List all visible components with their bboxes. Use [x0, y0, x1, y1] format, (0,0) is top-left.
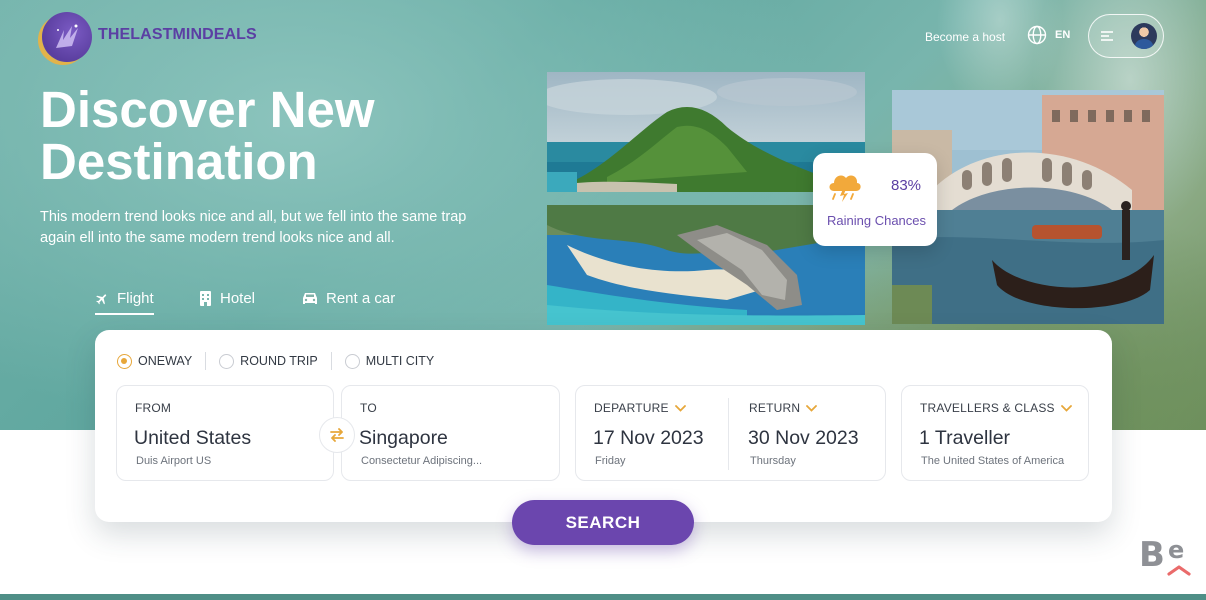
tab-hotel[interactable]: Hotel	[199, 290, 255, 307]
plane-icon	[96, 293, 107, 304]
brand-logo-icon[interactable]	[42, 12, 92, 62]
trip-type-multi-city[interactable]: MULTI CITY	[344, 353, 435, 369]
title-line-1: Discover New	[40, 81, 375, 138]
trip-type-oneway[interactable]: ONEWAY	[117, 353, 193, 369]
become-host-link[interactable]: Become a host	[925, 30, 1005, 44]
chevron-down-icon	[674, 404, 686, 412]
language-selector[interactable]: EN	[1027, 25, 1070, 45]
behance-watermark-e: e	[1168, 536, 1185, 564]
return-day: Thursday	[750, 455, 796, 467]
departure-date: 17 Nov 2023	[593, 427, 704, 449]
car-icon	[303, 293, 317, 304]
tab-flight-label: Flight	[117, 290, 154, 307]
radio-round-trip[interactable]	[219, 353, 235, 369]
divider	[330, 352, 332, 370]
hamburger-menu-icon	[1101, 31, 1113, 41]
rain-label: Raining Chances	[827, 213, 927, 228]
behance-watermark-logo: B	[1139, 535, 1165, 575]
return-field[interactable]: RETURN 30 Nov 2023 Thursday	[731, 386, 887, 482]
building-icon	[200, 291, 211, 306]
chevron-down-icon	[806, 404, 818, 412]
rain-cloud-icon	[829, 175, 861, 202]
swap-locations-button[interactable]	[319, 417, 355, 453]
radio-oneway[interactable]	[117, 353, 132, 369]
chevron-down-icon	[1060, 404, 1072, 412]
travellers-field[interactable]: TRAVELLERS & CLASS 1 Traveller The Unite…	[901, 385, 1089, 481]
weather-card: 83% Raining Chances	[813, 153, 937, 246]
user-menu-button[interactable]	[1088, 14, 1164, 58]
subtitle-line-1: This modern trend looks nice and all, bu…	[40, 209, 467, 225]
avatar	[1131, 23, 1157, 49]
swap-arrows-icon	[330, 428, 344, 442]
from-airport: Duis Airport US	[136, 455, 212, 467]
from-field[interactable]: FROM United States Duis Airport US	[116, 385, 334, 481]
trip-type-round-trip-label: ROUND TRIP	[240, 354, 318, 368]
subtitle-line-2: again ell into the same modern trend loo…	[40, 230, 395, 246]
globe-icon	[1027, 25, 1047, 45]
divider	[205, 352, 207, 370]
title-line-2: Destination	[40, 133, 318, 190]
tab-rent-a-car[interactable]: Rent a car	[302, 290, 395, 307]
tab-rent-a-car-label: Rent a car	[326, 290, 396, 307]
rain-percentage: 83%	[891, 177, 922, 194]
from-label: FROM	[135, 401, 172, 415]
from-value: United States	[134, 427, 252, 449]
divider	[728, 398, 729, 470]
travellers-country: The United States of America	[921, 455, 1065, 467]
bottom-border	[0, 594, 1206, 600]
search-button[interactable]: SEARCH	[512, 500, 694, 545]
hero-subtitle: This modern trend looks nice and all, bu…	[40, 207, 520, 249]
trip-type-multi-city-label: MULTI CITY	[365, 354, 435, 368]
search-card: ONEWAY ROUND TRIP MULTI CITY FROM United…	[95, 330, 1112, 522]
tab-hotel-label: Hotel	[220, 290, 256, 307]
to-value: Singapore	[359, 427, 448, 449]
radio-multi-city[interactable]	[344, 353, 360, 369]
trip-type-group: ONEWAY ROUND TRIP MULTI CITY	[117, 352, 434, 370]
dates-field: DEPARTURE 17 Nov 2023 Friday RETURN 30 N…	[575, 385, 886, 481]
trip-type-round-trip[interactable]: ROUND TRIP	[219, 353, 318, 369]
trip-type-oneway-label: ONEWAY	[138, 354, 193, 368]
departure-label: DEPARTURE	[594, 401, 686, 415]
page-title: Discover New Destination	[40, 84, 520, 188]
departure-field[interactable]: DEPARTURE 17 Nov 2023 Friday	[576, 386, 728, 482]
return-label: RETURN	[749, 401, 818, 415]
behance-chevron-icon	[1167, 565, 1191, 576]
return-date: 30 Nov 2023	[748, 427, 859, 449]
brand-name[interactable]: THELASTMINDEALS	[98, 26, 257, 44]
to-label: TO	[360, 401, 377, 415]
travellers-label: TRAVELLERS & CLASS	[920, 401, 1072, 415]
departure-day: Friday	[595, 455, 626, 467]
to-airport: Consectetur Adipiscing...	[361, 455, 483, 467]
travellers-value: 1 Traveller	[919, 427, 1011, 449]
language-code: EN	[1055, 29, 1071, 41]
to-field[interactable]: TO Singapore Consectetur Adipiscing...	[341, 385, 560, 481]
tab-flight[interactable]: Flight	[95, 290, 154, 315]
